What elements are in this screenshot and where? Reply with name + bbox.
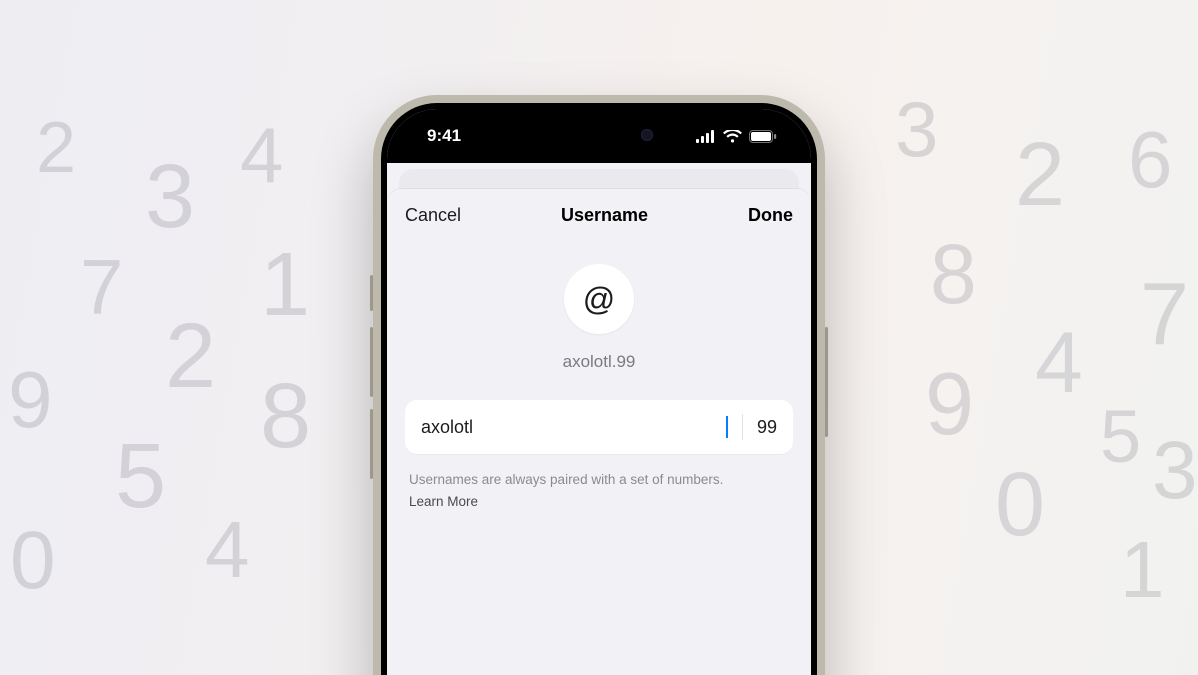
text-caret — [726, 416, 728, 438]
username-hint: Usernames are always paired with a set o… — [405, 470, 793, 513]
sheet-title: Username — [561, 205, 648, 226]
bg-digit: 4 — [1035, 320, 1083, 406]
bg-digit: 1 — [1120, 530, 1165, 610]
learn-more-link[interactable]: Learn More — [409, 492, 789, 512]
wifi-icon — [723, 130, 742, 143]
bg-digit: 0 — [10, 520, 56, 602]
bg-digit: 0 — [995, 460, 1045, 550]
bg-digit: 3 — [1152, 430, 1198, 512]
field-separator — [742, 414, 743, 440]
bg-digit: 1 — [260, 240, 310, 330]
bg-digit: 5 — [1100, 400, 1141, 474]
cancel-button[interactable]: Cancel — [405, 205, 461, 226]
username-sheet: Cancel Username Done @ axolotl.99 — [387, 189, 811, 675]
username-input[interactable] — [421, 417, 727, 438]
bg-digit: 3 — [145, 152, 195, 242]
bg-digit: 7 — [80, 248, 123, 326]
sheet-navbar: Cancel Username Done — [387, 189, 811, 242]
battery-icon — [749, 130, 777, 143]
username-suffix: 99 — [757, 417, 777, 438]
status-time: 9:41 — [427, 126, 461, 146]
hint-text: Usernames are always paired with a set o… — [409, 472, 723, 487]
bg-digit: 2 — [36, 112, 76, 184]
bg-digit: 2 — [165, 310, 216, 402]
cellular-icon — [696, 130, 716, 143]
dynamic-island — [535, 117, 663, 153]
username-preview: axolotl.99 — [405, 352, 793, 372]
bg-digit: 4 — [240, 116, 283, 194]
bg-digit: 4 — [205, 510, 250, 590]
bg-digit: 5 — [115, 430, 166, 522]
bg-digit: 2 — [1015, 130, 1065, 220]
bg-digit: 9 — [925, 360, 974, 448]
bg-digit: 8 — [260, 370, 311, 462]
done-button[interactable]: Done — [748, 205, 793, 226]
username-field[interactable]: 99 — [405, 400, 793, 454]
at-badge: @ — [564, 264, 634, 334]
bg-digit: 9 — [8, 360, 53, 440]
bg-digit: 3 — [895, 90, 938, 168]
bg-digit: 8 — [930, 232, 977, 316]
at-icon: @ — [583, 283, 615, 315]
phone-frame: 9:41 Cancel Username — [373, 95, 825, 675]
bg-digit: 7 — [1140, 270, 1189, 358]
bg-digit: 6 — [1128, 120, 1173, 200]
